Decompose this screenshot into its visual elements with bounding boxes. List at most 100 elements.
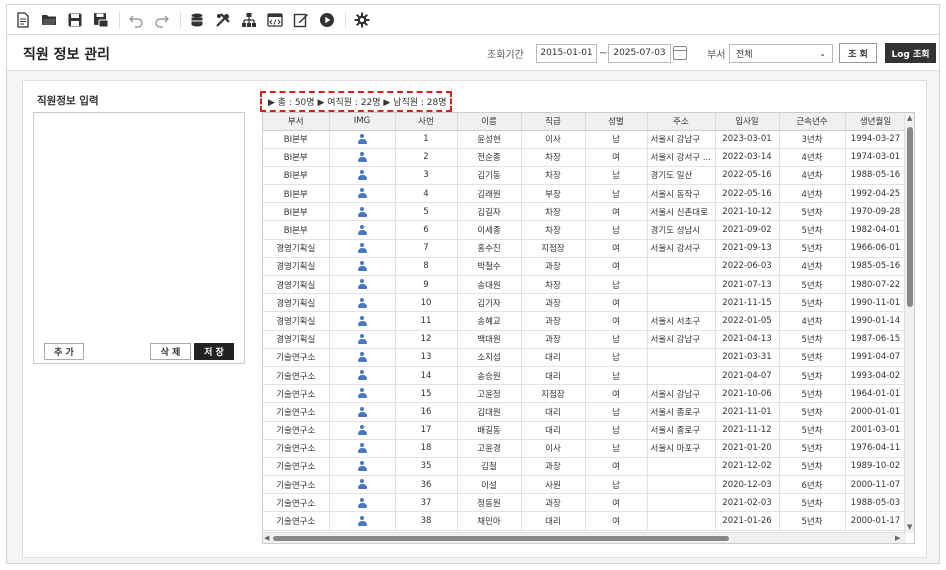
play-icon[interactable] — [315, 8, 339, 32]
table-row[interactable]: BI본부 2 전순종 차장 여 서울시 강서구 ... 2022-03-14 4년차 1974-… — [263, 148, 907, 167]
table-row[interactable]: 경영기획실 9 송대원 차장 남 2021-07-13 5년차 1980-07-22 — [263, 275, 907, 295]
undo-icon[interactable] — [124, 8, 148, 32]
gear-icon[interactable] — [350, 8, 374, 32]
table-cell: 김철 — [457, 457, 522, 477]
table-cell: 11 — [395, 311, 458, 331]
table-cell: 여 — [585, 384, 648, 404]
add-button[interactable]: 추 가 — [44, 343, 84, 360]
calendar-icon[interactable] — [673, 46, 687, 60]
table-row[interactable]: BI본부 6 이세종 차장 남 경기도 성남시 2021-09-02 5년차 1982-04-0… — [263, 220, 907, 240]
org-chart-icon[interactable] — [237, 8, 261, 32]
employee-grid[interactable]: 부서 IMG 사번 이름 직급 성별 주소 입사일 근속년수 생년월일 BI본부 1 윤성현 이사 남 서울… — [262, 112, 915, 544]
column-header[interactable]: 이름 — [457, 113, 522, 131]
table-row[interactable]: 기술연구소 14 송승원 대리 남 2021-04-07 5년차 1993-04-02 — [263, 366, 907, 386]
table-row[interactable]: 기술연구소 18 고윤경 이사 남 서울시 마포구 2021-01-20 5년차 1976-04… — [263, 439, 907, 458]
person-icon — [357, 461, 367, 472]
database-icon[interactable] — [185, 8, 209, 32]
table-cell: 기술연구소 — [263, 511, 330, 531]
table-cell: 7 — [395, 239, 458, 258]
table-row[interactable]: BI본부 1 윤성현 이사 남 서울시 강남구 2023-03-01 3년차 1994-03-2… — [263, 130, 907, 149]
column-header[interactable]: IMG — [329, 113, 396, 131]
table-cell: 차장 — [521, 275, 586, 295]
table-cell: 차장 — [521, 202, 586, 222]
scroll-down-icon[interactable]: ▼ — [907, 523, 912, 531]
table-cell: 5년차 — [779, 457, 846, 477]
delete-button[interactable]: 삭 제 — [150, 343, 191, 360]
employee-photo-cell — [329, 275, 396, 295]
table-cell: 여 — [585, 511, 648, 531]
table-row[interactable]: 기술연구소 35 김철 과장 여 2021-12-02 5년차 1989-10-02 — [263, 457, 907, 477]
table-cell: 서울시 강서구 — [647, 239, 716, 258]
column-header[interactable]: 입사일 — [715, 113, 780, 131]
employee-summary: ▶ 총 : 50명 ▶ 여직원 : 22명 ▶ 남직원 : 28명 — [260, 91, 452, 112]
table-row[interactable]: 기술연구소 17 배길동 대리 남 서울시 종로구 2021-11-12 5년차 2001-03… — [263, 421, 907, 440]
table-cell: BI본부 — [263, 166, 330, 186]
new-doc-icon[interactable] — [11, 8, 35, 32]
column-header[interactable]: 주소 — [647, 113, 716, 131]
table-row[interactable]: BI본부 3 김기동 차장 남 경기도 일산 2022-05-16 4년차 1988-05-16 — [263, 166, 907, 186]
column-header[interactable]: 직급 — [521, 113, 586, 131]
vertical-scrollbar[interactable]: ▲ ▼ — [904, 113, 914, 533]
employee-photo-cell — [329, 330, 396, 349]
person-icon — [357, 188, 367, 199]
column-header[interactable]: 부서 — [263, 113, 330, 131]
table-cell: 2023-03-01 — [715, 130, 780, 149]
table-row[interactable]: BI본부 5 김길자 차장 여 서울시 신촌대로 2021-10-12 5년차 1970-09-… — [263, 202, 907, 222]
employee-table: 부서 IMG 사번 이름 직급 성별 주소 입사일 근속년수 생년월일 BI본부 1 윤성현 이사 남 서울… — [263, 113, 907, 531]
table-cell: 고윤경 — [457, 439, 522, 458]
table-cell: 서울시 강남구 — [647, 384, 716, 404]
table-cell: 2000-01-01 — [845, 402, 907, 422]
dept-select[interactable]: 전체 ⌄ — [729, 43, 833, 63]
table-row[interactable]: 기술연구소 15 고윤정 지점장 여 서울시 강남구 2021-10-06 5년차 1964-0… — [263, 384, 907, 404]
date-from-input[interactable]: 2015-01-01 — [536, 43, 597, 63]
table-row[interactable]: 경영기획실 11 송혜교 과장 여 서울시 서초구 2022-01-05 4년차 1990-01… — [263, 311, 907, 331]
save-all-icon[interactable] — [89, 8, 113, 32]
table-row[interactable]: BI본부 4 김래원 부장 남 서울시 동작구 2022-05-16 4년차 1992-04-2… — [263, 184, 907, 204]
table-header-row: 부서 IMG 사번 이름 직급 성별 주소 입사일 근속년수 생년월일 — [263, 113, 907, 131]
period-label: 조회기간 — [487, 49, 524, 61]
table-cell: BI본부 — [263, 202, 330, 222]
table-cell — [647, 457, 716, 477]
table-cell: 1980-07-22 — [845, 275, 907, 295]
table-row[interactable]: 경영기획실 7 홍수진 지점장 여 서울시 강서구 2021-09-13 5년차 1966-06… — [263, 239, 907, 258]
table-cell: 송승원 — [457, 366, 522, 386]
table-cell: 기술연구소 — [263, 493, 330, 513]
horizontal-scrollbar[interactable]: ◀ ▶ — [263, 532, 906, 543]
table-cell: 1988-05-16 — [845, 166, 907, 186]
table-cell: 기술연구소 — [263, 457, 330, 477]
edit-icon[interactable] — [289, 8, 313, 32]
tools-icon[interactable] — [211, 8, 235, 32]
scroll-left-icon[interactable]: ◀ — [264, 534, 269, 542]
save-icon[interactable] — [63, 8, 87, 32]
vertical-scroll-thumb[interactable] — [907, 127, 913, 307]
search-button[interactable]: 조 회 — [839, 43, 877, 63]
code-window-icon[interactable] — [263, 8, 287, 32]
employee-photo-cell — [329, 402, 396, 422]
open-folder-icon[interactable] — [37, 8, 61, 32]
table-cell: 경영기획실 — [263, 330, 330, 349]
save-button[interactable]: 저 장 — [194, 343, 234, 360]
table-row[interactable]: 기술연구소 37 정동원 과장 여 2021-02-03 5년차 1988-05-03 — [263, 493, 907, 513]
table-row[interactable]: 경영기획실 10 김기자 과장 여 2021-11-15 5년차 1990-11-01 — [263, 293, 907, 313]
column-header[interactable]: 근속년수 — [779, 113, 846, 131]
redo-icon[interactable] — [150, 8, 174, 32]
column-header[interactable]: 사번 — [395, 113, 458, 131]
table-cell: 이사 — [521, 439, 586, 458]
table-row[interactable]: 기술연구소 38 채민아 대리 여 2021-01-26 5년차 2000-01-17 — [263, 511, 907, 531]
person-icon — [357, 424, 367, 435]
log-search-button[interactable]: Log 조회 — [885, 43, 936, 63]
scroll-up-icon[interactable]: ▲ — [907, 114, 912, 122]
column-header[interactable]: 생년월일 — [845, 113, 907, 131]
table-cell: 2020-12-03 — [715, 475, 780, 495]
table-row[interactable]: 기술연구소 36 이설 사원 남 2020-12-03 6년차 2000-11-07 — [263, 475, 907, 495]
table-row[interactable]: 경영기획실 8 박철수 과장 여 2022-06-03 4년차 1985-05-16 — [263, 257, 907, 277]
table-cell: BI본부 — [263, 184, 330, 204]
table-cell: 차장 — [521, 220, 586, 240]
table-row[interactable]: 기술연구소 13 소지섭 대리 남 2021-03-31 5년차 1991-04-07 — [263, 348, 907, 367]
horizontal-scroll-thumb[interactable] — [273, 536, 729, 541]
table-row[interactable]: 기술연구소 16 김대원 대리 남 서울시 종로구 2021-11-01 5년차 2000-01… — [263, 402, 907, 422]
table-row[interactable]: 경영기획실 12 백대원 과장 남 서울시 강남구 2021-04-13 5년차 1987-06… — [263, 330, 907, 349]
column-header[interactable]: 성별 — [585, 113, 648, 131]
date-to-input[interactable]: 2025-07-03 — [608, 43, 671, 63]
scroll-right-icon[interactable]: ▶ — [895, 534, 900, 542]
